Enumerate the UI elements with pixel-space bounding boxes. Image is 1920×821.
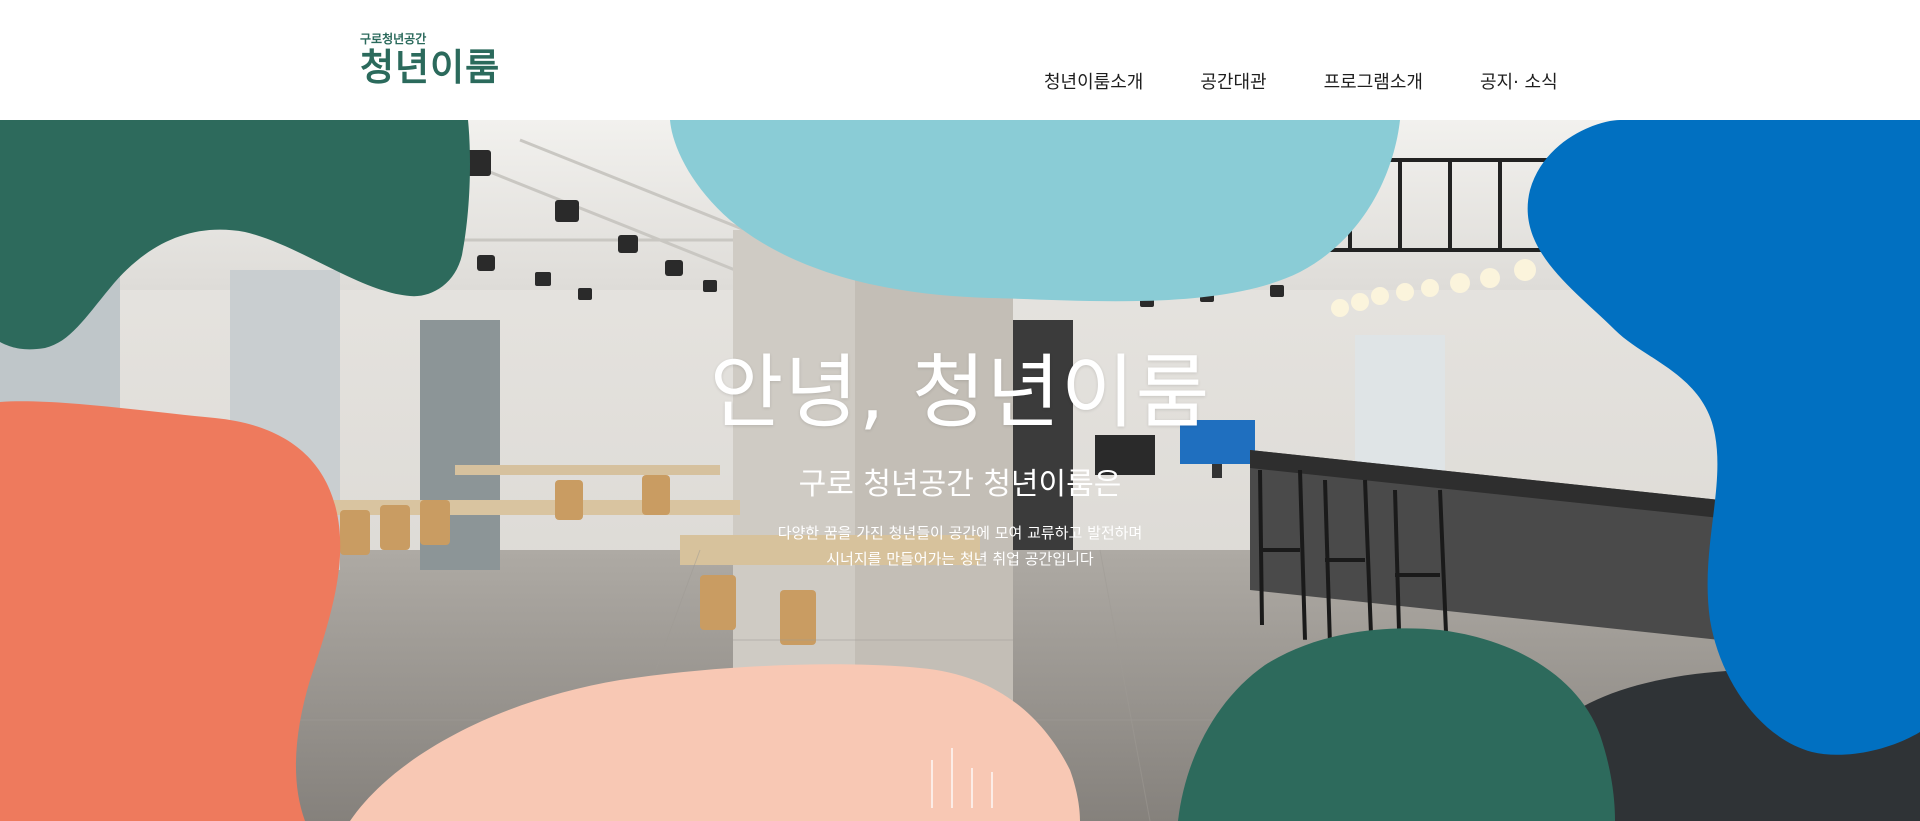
blob-cyan-top: [670, 120, 1400, 302]
blob-coral-left: [0, 401, 341, 821]
nav-item-intro[interactable]: 청년이룸소개: [1044, 68, 1143, 94]
site-header: 구로청년공간 청년이룸 청년이룸소개 공간대관 프로그램소개 공지· 소식: [0, 0, 1920, 120]
nav-item-rental[interactable]: 공간대관: [1200, 68, 1266, 94]
blob-green-bottom-right: [1178, 628, 1615, 821]
hero-description-line1: 다양한 꿈을 가진 청년들이 공간에 모여 교류하고 발전하며: [777, 524, 1143, 542]
hero-subtitle: 구로 청년공간 청년이룸은: [798, 467, 1122, 502]
main-nav: 청년이룸소개 공간대관 프로그램소개 공지· 소식: [1044, 68, 1558, 94]
nav-item-notice[interactable]: 공지· 소식: [1480, 68, 1558, 94]
scroll-indicator-icon[interactable]: [920, 748, 1000, 808]
hero-description-line2: 시너지를 만들어가는 청년 취업 공간입니다: [826, 550, 1094, 568]
hero-title: 안녕, 청년이룸: [709, 346, 1211, 439]
site-logo[interactable]: 구로청년공간 청년이룸: [360, 32, 500, 90]
hero-description: 다양한 꿈을 가진 청년들이 공간에 모여 교류하고 발전하며 시너지를 만들어…: [0, 520, 1920, 572]
nav-item-programs[interactable]: 프로그램소개: [1324, 68, 1423, 94]
blob-green-top-left: [0, 120, 470, 350]
logo-subtitle: 구로청년공간: [360, 32, 427, 46]
hero-section: 안녕, 청년이룸 구로 청년공간 청년이룸은 다양한 꿈을 가진 청년들이 공간…: [0, 120, 1920, 821]
logo-title: 청년이룸: [360, 46, 501, 89]
